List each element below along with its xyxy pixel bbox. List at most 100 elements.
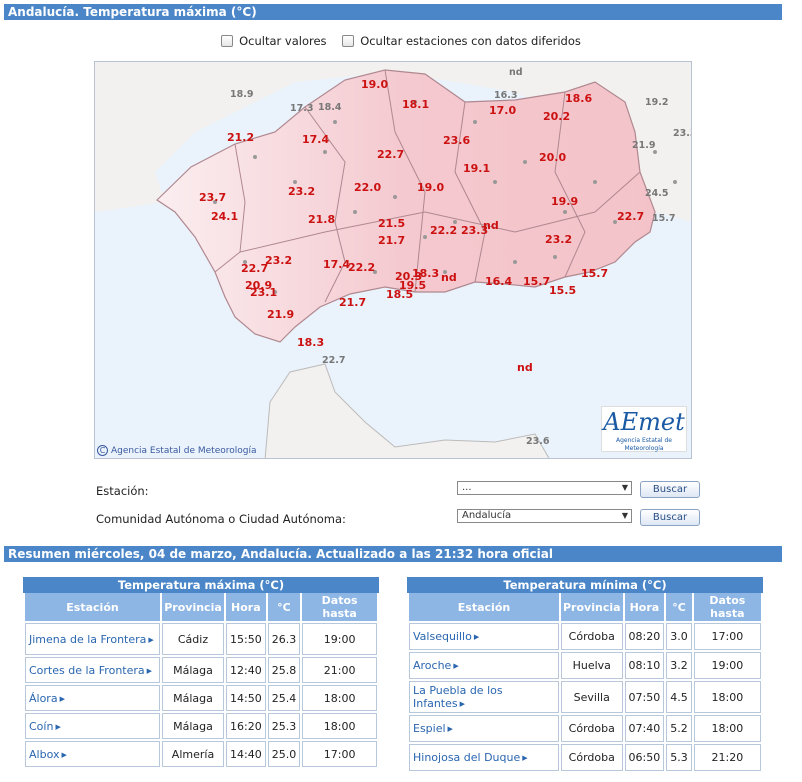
map-value-deferred: 15.7 xyxy=(652,213,676,224)
station-link[interactable]: Álora ▶ xyxy=(25,685,160,711)
map-copyright: C Agencia Estatal de Meteorología xyxy=(97,445,257,456)
table-cell: Sevilla xyxy=(561,681,623,713)
col-header: Datos hasta xyxy=(693,593,761,621)
station-link[interactable]: Jimena de la Frontera ▶ xyxy=(25,623,160,655)
checkbox-icon[interactable] xyxy=(342,35,355,47)
map-value: nd xyxy=(517,361,533,374)
map-value: 17.0 xyxy=(489,104,517,117)
station-link[interactable]: La Puebla de los Infantes ▶ xyxy=(409,681,559,713)
col-header: °C xyxy=(666,593,692,621)
map-value-deferred: 23.3 xyxy=(673,128,691,139)
map-value: 20.0 xyxy=(539,151,567,164)
map-value: 22.7 xyxy=(617,210,645,223)
map-value-deferred: 18.9 xyxy=(230,89,254,100)
map-value-deferred: 21.9 xyxy=(632,140,656,151)
map-value: 23.2 xyxy=(288,185,316,198)
map-value: 23.2 xyxy=(265,254,293,267)
map-value: 21.9 xyxy=(267,308,295,321)
table-cell: 26.3 xyxy=(267,623,301,655)
station-name[interactable]: Cortes de la Frontera xyxy=(29,664,145,677)
map-value-deferred: 17.3 xyxy=(290,103,314,114)
map-value: 23.6 xyxy=(443,134,471,147)
map-value: 19.0 xyxy=(361,78,389,91)
map-value: 17.4 xyxy=(323,258,351,271)
dropdown-arrow-icon: ▼ xyxy=(621,511,628,520)
table-cell: 19:00 xyxy=(693,652,761,679)
station-link[interactable]: Aroche ▶ xyxy=(409,652,559,679)
map-value-deferred: 22.7 xyxy=(322,355,346,366)
andalucia-map-graphic xyxy=(95,62,691,458)
region-search-button[interactable]: Buscar xyxy=(640,509,700,526)
station-link[interactable]: Coín ▶ xyxy=(25,713,160,739)
station-link[interactable]: Espiel ▶ xyxy=(409,715,559,742)
station-name[interactable]: La Puebla de los Infantes xyxy=(413,684,503,710)
table-cell: 25.3 xyxy=(267,713,301,739)
aemet-logo: AEmet Agencia Estatal de Meteorología xyxy=(601,406,687,452)
table-cell: Cádiz xyxy=(162,623,224,655)
hide-deferred-checkbox[interactable]: Ocultar estaciones con datos diferidos xyxy=(342,34,581,48)
checkbox-icon[interactable] xyxy=(221,35,234,47)
arrow-right-icon: ▶ xyxy=(459,700,466,708)
station-link[interactable]: Albox ▶ xyxy=(25,741,160,767)
map-value-deferred: 18.4 xyxy=(318,102,342,113)
arrow-right-icon: ▶ xyxy=(148,635,154,644)
map-value: 21.2 xyxy=(227,131,255,144)
temperature-map[interactable]: 19.0 18.1 17.0 18.6 20.2 21.2 17.4 23.6 … xyxy=(94,61,692,459)
table-cell: 18:00 xyxy=(693,715,761,742)
station-name[interactable]: Jimena de la Frontera xyxy=(29,633,146,646)
map-value: 15.7 xyxy=(523,275,551,288)
table-cell: 19:00 xyxy=(302,623,377,655)
col-header: Provincia xyxy=(162,593,224,621)
table-row: Valsequillo ▶ Córdoba 08:20 3.0 17:00 xyxy=(409,623,761,650)
station-name[interactable]: Albox xyxy=(29,748,59,761)
table-cell: 12:40 xyxy=(226,657,266,683)
map-value: 21.5 xyxy=(378,217,406,230)
table-cell: Almería xyxy=(162,741,224,767)
map-value: 21.8 xyxy=(308,213,336,226)
station-name[interactable]: Coín xyxy=(29,720,53,733)
map-value-deferred: 16.3 xyxy=(494,90,518,101)
station-search-button[interactable]: Buscar xyxy=(640,481,700,498)
table-cell: Córdoba xyxy=(561,715,623,742)
table-cell: 4.5 xyxy=(666,681,692,713)
table-cell: 25.0 xyxy=(267,741,301,767)
station-link[interactable]: Cortes de la Frontera ▶ xyxy=(25,657,160,683)
hide-values-checkbox[interactable]: Ocultar valores xyxy=(221,34,327,48)
station-link[interactable]: Hinojosa del Duque ▶ xyxy=(409,744,559,771)
arrow-right-icon: ▶ xyxy=(55,722,61,731)
station-link[interactable]: Valsequillo ▶ xyxy=(409,623,559,650)
table-row: Álora ▶ Málaga 14:50 25.4 18:00 xyxy=(25,685,377,711)
region-label: Comunidad Autónoma o Ciudad Autónoma: xyxy=(96,512,346,526)
arrow-right-icon: ▶ xyxy=(61,750,67,759)
table-cell: 21:00 xyxy=(302,657,377,683)
map-value-deferred: nd xyxy=(509,67,523,78)
station-name[interactable]: Hinojosa del Duque xyxy=(413,751,520,764)
map-value: 15.7 xyxy=(581,267,609,280)
station-name[interactable]: Valsequillo xyxy=(413,630,472,643)
arrow-right-icon: ▶ xyxy=(453,662,459,670)
map-value: nd xyxy=(441,271,457,284)
map-value: 22.2 xyxy=(430,224,458,237)
map-value: 22.2 xyxy=(348,261,376,274)
table-cell: Málaga xyxy=(162,685,224,711)
station-select[interactable]: ... ▼ xyxy=(457,481,632,495)
max-temperature-panel: Temperatura máxima (°C) Estación Provinc… xyxy=(23,577,379,769)
station-name[interactable]: Aroche xyxy=(413,659,451,672)
map-value: 19.0 xyxy=(417,181,445,194)
table-cell: 15:50 xyxy=(226,623,266,655)
table-cell: Córdoba xyxy=(561,744,623,771)
region-select[interactable]: Andalucía ▼ xyxy=(457,509,632,523)
col-header: Hora xyxy=(624,593,665,621)
max-temperature-table: Estación Provincia Hora °C Datos hasta J… xyxy=(23,591,379,769)
station-name[interactable]: Espiel xyxy=(413,722,446,735)
table-row: Aroche ▶ Huelva 08:10 3.2 19:00 xyxy=(409,652,761,679)
arrow-right-icon: ▶ xyxy=(473,633,480,641)
col-header: Provincia xyxy=(561,593,623,621)
station-name[interactable]: Álora xyxy=(29,692,58,705)
map-value-deferred: 19.2 xyxy=(645,97,669,108)
map-options: Ocultar valores Ocultar estaciones con d… xyxy=(0,34,802,48)
col-header: Estación xyxy=(409,593,559,621)
map-value: 21.7 xyxy=(378,234,406,247)
map-value: 19.9 xyxy=(551,195,579,208)
col-header: Datos hasta xyxy=(302,593,377,621)
